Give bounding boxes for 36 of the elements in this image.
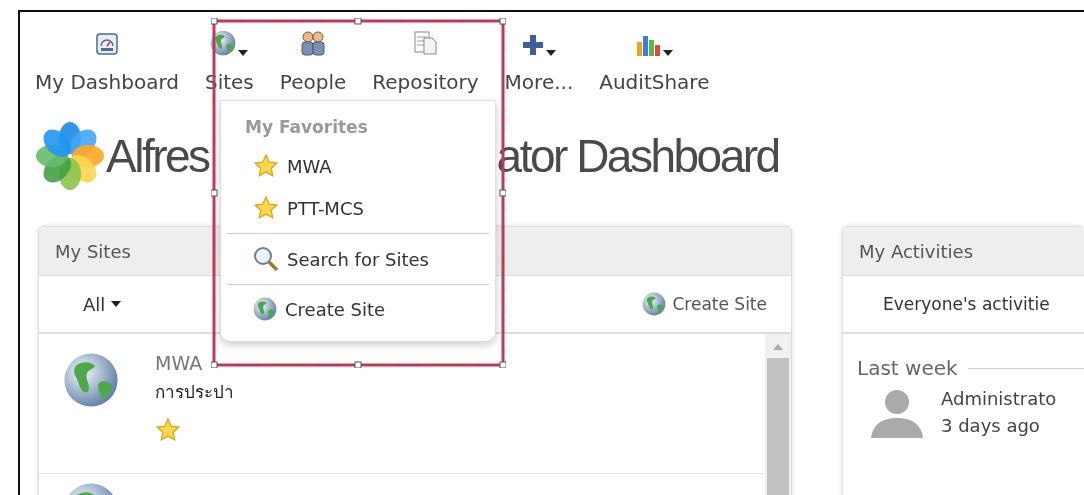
activity-time: 3 days ago (941, 415, 1041, 436)
menu-section-title: My Favorites (244, 117, 369, 139)
documents-icon (412, 30, 439, 56)
nav-item[interactable]: Repository (359, 28, 492, 94)
group-label: Last week (857, 356, 958, 380)
filter-dropdown[interactable]: All (77, 292, 128, 316)
page-title: Alfres (106, 129, 209, 183)
flower-logo (34, 120, 106, 192)
nav-item[interactable]: People (266, 28, 360, 94)
star-icon (253, 195, 279, 221)
people-icon (299, 30, 327, 56)
nav-item[interactable]: My Dashboard (22, 28, 192, 94)
panel-title: My Activities (859, 240, 974, 262)
globe-icon (63, 352, 119, 408)
site-description: การประปา (155, 381, 234, 404)
scrollbar[interactable] (765, 334, 791, 495)
globe-icon (253, 297, 277, 321)
activities-filter[interactable]: Everyone's activitie (877, 293, 1056, 315)
create-site-link[interactable]: Create Site (636, 291, 773, 317)
site-name[interactable]: MWA (155, 352, 234, 374)
gauge-icon (95, 32, 119, 56)
nav-item[interactable]: More... (491, 28, 587, 94)
menu-item[interactable]: MWA (221, 145, 495, 187)
favorite-star-icon (155, 417, 181, 443)
menu-item[interactable]: Search for Sites (221, 238, 495, 280)
caret-icon (111, 301, 122, 307)
globe-icon (210, 30, 237, 56)
menu-item[interactable]: PTT-MCS (221, 187, 495, 229)
nav-item[interactable]: AuditShare (586, 28, 723, 94)
globe-icon (642, 292, 667, 316)
star-icon (253, 153, 279, 179)
activity-user[interactable]: Administrato (941, 388, 1057, 409)
menu-item[interactable]: Create Site (221, 289, 495, 329)
plus-icon (521, 34, 544, 56)
panel-title: My Sites (55, 240, 131, 262)
search-icon (253, 246, 279, 272)
